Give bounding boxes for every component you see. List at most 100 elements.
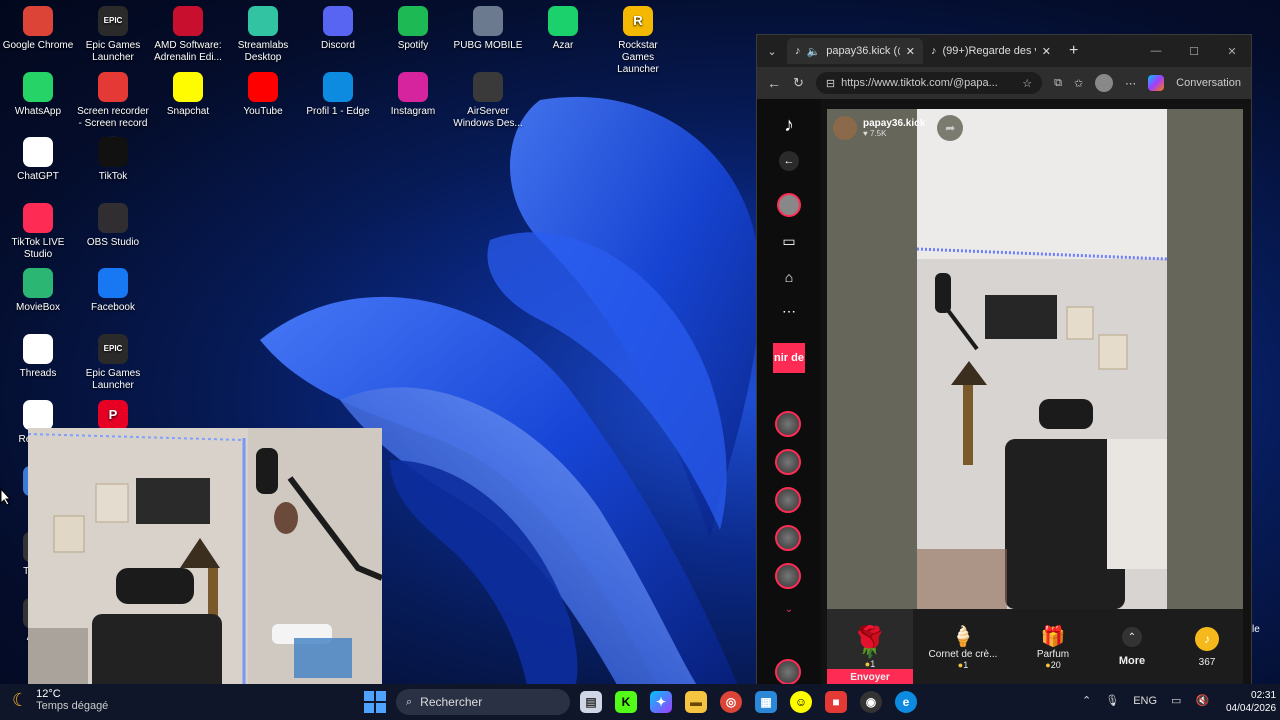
- back-icon[interactable]: ←: [767, 75, 781, 91]
- network-icon[interactable]: ▭: [1171, 694, 1181, 707]
- maximize-icon[interactable]: ☐: [1175, 45, 1213, 58]
- weather-widget[interactable]: ☾ 12°C Temps dégagé: [12, 688, 108, 712]
- desktop-shortcut[interactable]: Azar: [527, 6, 599, 52]
- gift-bar: 🌹 ●1 Envoyer 🍦 Cornet de crè... ●1 🎁 Par…: [827, 609, 1243, 685]
- desktop-shortcut[interactable]: Discord: [302, 6, 374, 52]
- whatsapp-icon: [23, 72, 53, 102]
- profile-avatar[interactable]: [1095, 74, 1114, 92]
- desktop-shortcut[interactable]: EPIC Epic Games Launcher: [77, 334, 149, 392]
- desktop-shortcut[interactable]: AMD Software: Adrenalin Edi...: [152, 6, 224, 64]
- favorites-icon[interactable]: ✩: [1074, 77, 1083, 90]
- more-dots-icon[interactable]: ⋯: [777, 299, 801, 323]
- send-gift-button[interactable]: Envoyer: [827, 669, 913, 685]
- taskbar-search[interactable]: ⌕ Rechercher: [396, 689, 570, 715]
- volume-muted-icon[interactable]: 🔇: [1195, 694, 1209, 707]
- desktop-shortcut[interactable]: OBS Studio: [77, 203, 149, 249]
- host-info[interactable]: papay36.kick ♥ 7.5K ➦: [833, 115, 964, 141]
- more-menu-icon[interactable]: ⋯: [1125, 77, 1136, 90]
- copilot-icon[interactable]: [1148, 75, 1165, 91]
- live-channel-avatar[interactable]: [775, 449, 801, 475]
- site-info-icon[interactable]: ⊟: [826, 77, 835, 90]
- desktop-shortcut[interactable]: AirServer Windows Des...: [452, 72, 524, 130]
- minimize-icon[interactable]: —: [1137, 45, 1175, 57]
- desktop-shortcut[interactable]: YouTube: [227, 72, 299, 118]
- back-arrow-icon[interactable]: ←: [779, 151, 799, 171]
- microsoft-store-icon[interactable]: ▦: [755, 691, 777, 713]
- chevron-down-icon[interactable]: ⌄: [777, 597, 801, 621]
- obs-icon[interactable]: ◉: [860, 691, 882, 713]
- desktop-shortcut[interactable]: Instagram: [377, 72, 449, 118]
- tab-tiktok-live[interactable]: ♪ 🔈 papay36.kick (@pa ✕: [787, 38, 923, 64]
- tab-regarde[interactable]: ♪ (99+)Regarde des vidé ✕: [923, 38, 1059, 64]
- promo-banner[interactable]: nir de: [773, 343, 805, 373]
- microphone-icon[interactable]: 🎙: [1105, 694, 1119, 707]
- host-avatar[interactable]: [833, 116, 857, 140]
- live-channel-avatar[interactable]: [775, 487, 801, 513]
- desktop-shortcut-label: WhatsApp: [14, 106, 62, 117]
- clock[interactable]: 02:31 04/04/2026: [1226, 689, 1276, 715]
- gift-rose[interactable]: 🌹 ●1 Envoyer: [827, 609, 913, 685]
- clock-date: 04/04/2026: [1226, 703, 1277, 714]
- desktop-shortcut[interactable]: ChatGPT: [2, 137, 74, 183]
- desktop-shortcut-label: Threads: [19, 368, 57, 379]
- desktop-shortcut[interactable]: PUBG MOBILE: [452, 6, 524, 52]
- desktop-shortcut[interactable]: MovieBox: [2, 268, 74, 314]
- desktop-shortcut[interactable]: Screen recorder - Screen record ...: [77, 72, 149, 142]
- gift-parfum[interactable]: 🎁 Parfum ●20: [1013, 609, 1093, 685]
- task-view-icon[interactable]: ▤: [580, 691, 602, 713]
- screen-recorder-icon[interactable]: ■: [825, 691, 847, 713]
- live-stage: papay36.kick ♥ 7.5K ➦ 🌹 ●1 Envoyer 🍦 Cor…: [827, 109, 1243, 685]
- copilot-icon[interactable]: ✦: [650, 691, 672, 713]
- desktop-shortcut[interactable]: Snapchat: [152, 72, 224, 118]
- tiktok-favicon-icon: ♪: [795, 45, 801, 57]
- desktop-shortcut-label: Discord: [321, 40, 355, 51]
- tiktok-logo-icon[interactable]: ♪: [777, 113, 801, 137]
- live-channel-avatar[interactable]: [775, 525, 801, 551]
- chevron-up-icon[interactable]: ⌃: [1122, 627, 1142, 647]
- desktop-shortcut[interactable]: TikTok LIVE Studio: [2, 203, 74, 261]
- live-channel-avatar[interactable]: [775, 411, 801, 437]
- start-windows-icon[interactable]: [364, 691, 386, 713]
- desktop-shortcut[interactable]: Google Chrome: [2, 6, 74, 52]
- conversation-button[interactable]: Conversation: [1176, 77, 1241, 89]
- address-bar[interactable]: ⊟ https://www.tiktok.com/@papa... ☆: [815, 72, 1043, 94]
- desktop-shortcut[interactable]: EPIC Epic Games Launcher: [77, 6, 149, 64]
- close-tab-icon[interactable]: ✕: [906, 45, 915, 58]
- favorite-star-icon[interactable]: ☆: [1022, 77, 1032, 90]
- desktop-shortcut[interactable]: TikTok: [77, 137, 149, 183]
- refresh-icon[interactable]: ↻: [793, 75, 804, 91]
- desktop-shortcut[interactable]: Profil 1 - Edge: [302, 72, 374, 118]
- desktop-shortcut[interactable]: Threads: [2, 334, 74, 380]
- webcam-overlay: [28, 428, 382, 696]
- kick-icon[interactable]: K: [615, 691, 637, 713]
- live-video[interactable]: [917, 109, 1167, 609]
- tab-actions-chevron-icon[interactable]: ⌄: [757, 45, 787, 58]
- desktop-shortcut[interactable]: Spotify: [377, 6, 449, 52]
- close-window-icon[interactable]: ✕: [1213, 45, 1251, 58]
- more-label[interactable]: More: [1119, 655, 1145, 667]
- chevron-up-icon[interactable]: ⌃: [1082, 694, 1091, 707]
- file-explorer-icon[interactable]: ▬: [685, 691, 707, 713]
- speaker-icon[interactable]: 🔈: [807, 45, 821, 58]
- desktop-shortcut[interactable]: Streamlabs Desktop: [227, 6, 299, 64]
- edge-icon[interactable]: e: [895, 691, 917, 713]
- desktop-shortcut[interactable]: R Rockstar Games Launcher: [602, 6, 674, 76]
- desktop-shortcut[interactable]: Facebook: [77, 268, 149, 314]
- extensions-icon[interactable]: ⧉: [1054, 77, 1062, 90]
- live-channel-avatar[interactable]: [775, 659, 801, 685]
- more-gifts[interactable]: ⌃ More: [1093, 609, 1171, 685]
- new-tab-icon[interactable]: +: [1069, 42, 1078, 60]
- chrome-icon[interactable]: ◎: [720, 691, 742, 713]
- video-camera-icon[interactable]: ▭: [777, 229, 801, 253]
- share-arrow-icon[interactable]: ➦: [937, 115, 964, 141]
- coin-balance[interactable]: ♪ 367: [1171, 609, 1243, 685]
- snapchat-icon[interactable]: ☺: [790, 691, 812, 713]
- close-tab-icon[interactable]: ✕: [1042, 45, 1051, 58]
- gift-cornet[interactable]: 🍦 Cornet de crè... ●1: [913, 609, 1013, 685]
- desktop-shortcut-label: Facebook: [91, 302, 135, 313]
- desktop-shortcut[interactable]: WhatsApp: [2, 72, 74, 118]
- language-indicator[interactable]: ENG: [1133, 695, 1157, 707]
- profile-avatar[interactable]: [777, 193, 801, 217]
- live-channel-avatar[interactable]: [775, 563, 801, 589]
- live-home-icon[interactable]: ⌂: [777, 265, 801, 289]
